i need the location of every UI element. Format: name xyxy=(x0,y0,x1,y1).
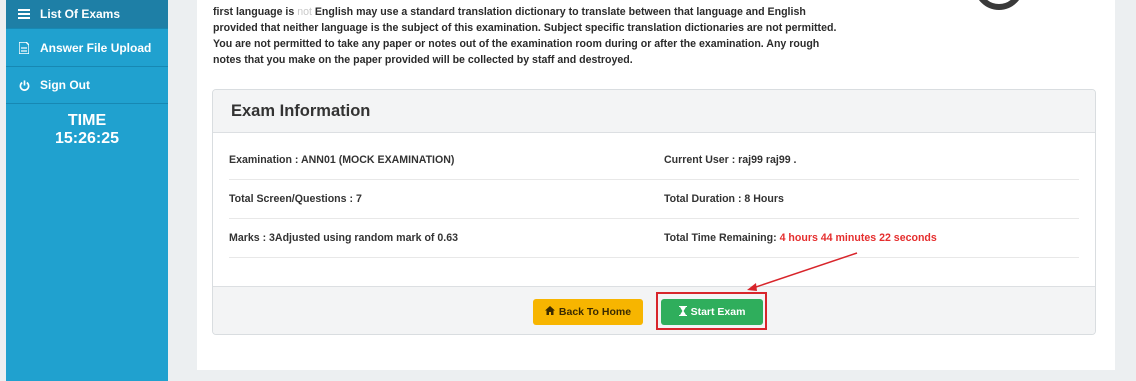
time-remaining-value: 4 hours 44 minutes 22 seconds xyxy=(779,232,937,244)
start-exam-button[interactable]: Start Exam xyxy=(661,299,763,325)
timer-label: TIME xyxy=(67,112,107,129)
info-row: Marks : 3Adjusted using random mark of 0… xyxy=(229,219,1079,258)
instruction-text: first language is xyxy=(213,6,298,18)
time-remaining-info: Total Time Remaining: 4 hours 44 minutes… xyxy=(664,232,937,244)
sidebar-item-list-of-exams[interactable]: List Of Exams xyxy=(6,0,168,29)
start-exam-label: Start Exam xyxy=(690,306,746,318)
sidebar-item-label: Answer File Upload xyxy=(40,40,152,55)
panel-footer: Back To Home Start Exam xyxy=(213,286,1095,334)
total-questions-info: Total Screen/Questions : 7 xyxy=(229,193,362,205)
total-duration-info: Total Duration : 8 Hours xyxy=(664,193,784,205)
main-content: first language is not English may use a … xyxy=(197,0,1115,370)
instruction-line: first language is not English may use a … xyxy=(213,4,893,20)
time-remaining-label: Total Time Remaining: xyxy=(664,232,780,244)
exam-information-panel: Exam Information Examination : ANN01 (MO… xyxy=(212,89,1096,335)
file-upload-icon xyxy=(16,41,32,55)
current-user-info: Current User : raj99 raj99 . xyxy=(664,154,797,166)
instruction-line: You are not permitted to take any paper … xyxy=(213,38,820,50)
sidebar-item-label: List Of Exams xyxy=(40,7,121,21)
list-icon xyxy=(16,7,32,21)
instruction-line: provided that neither language is the su… xyxy=(213,22,837,34)
marks-info: Marks : 3Adjusted using random mark of 0… xyxy=(229,232,459,244)
instruction-emphasis: not xyxy=(297,6,312,18)
sidebar-item-answer-file-upload[interactable]: Answer File Upload xyxy=(6,29,168,67)
instruction-line: notes that you make on the paper provide… xyxy=(213,54,633,66)
back-to-home-button[interactable]: Back To Home xyxy=(533,299,643,325)
logo xyxy=(974,0,1024,10)
sidebar: List Of Exams Answer File Upload Sign Ou… xyxy=(6,0,168,381)
hourglass-icon xyxy=(678,305,687,319)
timer: TIME 15:26:25 xyxy=(6,112,168,148)
info-row: Total Screen/Questions : 7 Total Duratio… xyxy=(229,180,1079,219)
sidebar-item-sign-out[interactable]: Sign Out xyxy=(6,67,168,104)
sidebar-item-label: Sign Out xyxy=(40,78,90,92)
panel-title: Exam Information xyxy=(213,90,1095,133)
instruction-text: English may use a standard translation d… xyxy=(311,6,806,18)
timer-value: 15:26:25 xyxy=(54,130,120,147)
back-to-home-label: Back To Home xyxy=(558,306,632,318)
exam-instructions: first language is not English may use a … xyxy=(213,4,893,68)
power-icon xyxy=(16,78,32,92)
examination-info: Examination : ANN01 (MOCK EXAMINATION) xyxy=(229,154,455,166)
home-icon xyxy=(544,306,555,318)
info-row: Examination : ANN01 (MOCK EXAMINATION) C… xyxy=(229,141,1079,180)
